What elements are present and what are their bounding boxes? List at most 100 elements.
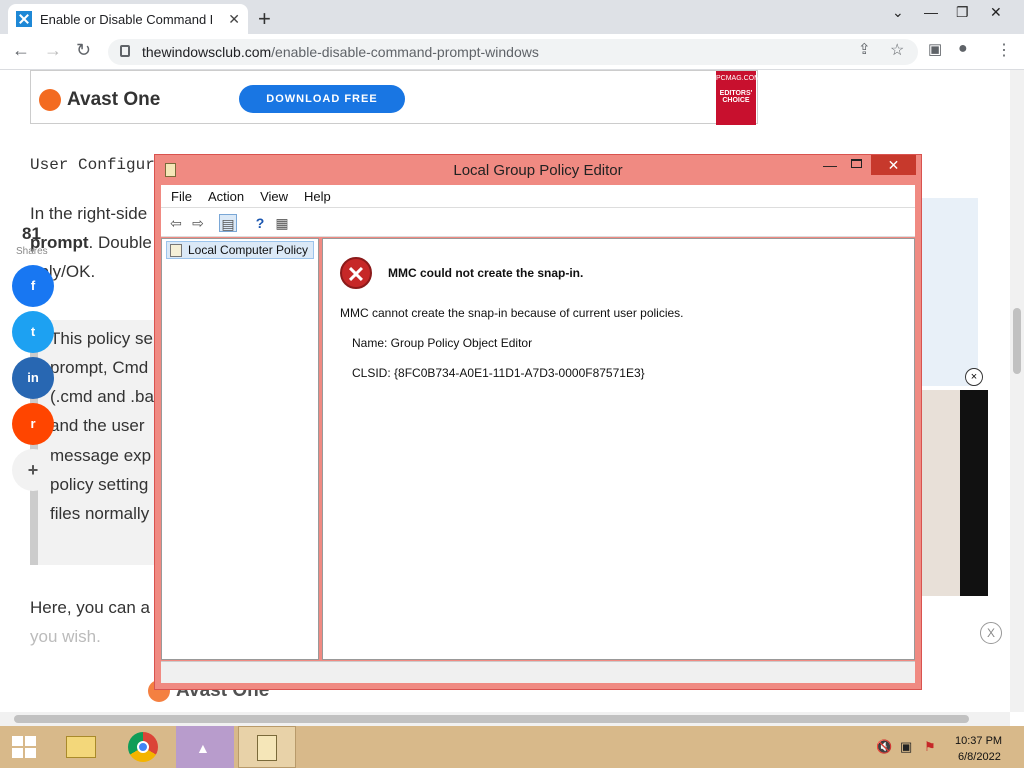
- scrollbar-thumb[interactable]: [1013, 308, 1021, 374]
- quote-line: policy setting: [50, 475, 149, 494]
- quote-block: [30, 320, 160, 565]
- tab-search-chevron-icon[interactable]: ⌄: [892, 4, 904, 21]
- vertical-scrollbar[interactable]: [1010, 70, 1024, 712]
- paragraph-line-2: . Double: [88, 233, 152, 252]
- paragraph-line-1: In the right-side: [30, 204, 148, 223]
- browser-menu-icon[interactable]: ⋮: [996, 40, 1012, 60]
- show-hide-console-tree-icon[interactable]: ▤: [219, 214, 237, 232]
- window-title: Local Group Policy Editor: [453, 162, 623, 179]
- reddit-share-button[interactable]: r: [12, 403, 54, 445]
- windows-taskbar: ▲ 🔇 ▣ ⚑: [0, 726, 1024, 768]
- video-frame: [922, 390, 960, 596]
- windows-logo-icon: [12, 736, 36, 758]
- error-icon: ✕: [340, 257, 372, 289]
- code-path-text: User Configur: [30, 156, 155, 174]
- site-favicon-icon: [16, 11, 32, 27]
- error-message: MMC cannot create the snap-in because of…: [340, 306, 684, 320]
- menu-action[interactable]: Action: [208, 189, 244, 204]
- snap-in-clsid: CLSID: {8FC0B734-A0E1-11D1-A7D3-0000F875…: [352, 366, 645, 380]
- help-icon[interactable]: ?: [251, 214, 269, 232]
- address-bar[interactable]: thewindowsclub.com/enable-disable-comman…: [108, 39, 918, 65]
- folder-icon: [66, 736, 96, 758]
- clock-time[interactable]: 10:37 PM: [955, 735, 1002, 747]
- window-close-button[interactable]: ✕: [990, 4, 1002, 21]
- window-restore-button[interactable]: ❐: [956, 4, 969, 21]
- close-ad-button[interactable]: X: [980, 622, 1002, 644]
- quote-line: and the user: [50, 416, 145, 435]
- menu-view[interactable]: View: [260, 189, 288, 204]
- maximize-button[interactable]: [851, 159, 862, 168]
- close-button[interactable]: ✕: [871, 155, 916, 175]
- linkedin-share-button[interactable]: in: [12, 357, 54, 399]
- start-button[interactable]: [0, 726, 58, 768]
- menu-help[interactable]: Help: [304, 189, 331, 204]
- forward-arrow-icon[interactable]: →: [44, 40, 62, 61]
- policy-document-icon: [170, 243, 182, 257]
- network-icon[interactable]: ▣: [900, 739, 912, 755]
- error-title: MMC could not create the snap-in.: [388, 266, 584, 280]
- back-arrow-icon[interactable]: ⇦: [167, 214, 185, 232]
- scrollbar-thumb[interactable]: [14, 715, 969, 723]
- tab-close-button[interactable]: ✕: [228, 11, 240, 28]
- browser-toolbar: ← → ↻ thewindowsclub.com/enable-disable-…: [0, 34, 1024, 70]
- facebook-share-button[interactable]: f: [12, 265, 54, 307]
- clock-date[interactable]: 6/8/2022: [958, 751, 1001, 763]
- url-domain: thewindowsclub.com: [142, 44, 272, 60]
- bookmark-star-icon[interactable]: ☆: [890, 40, 904, 60]
- paragraph-line-5: you wish.: [30, 627, 101, 646]
- floating-video-player[interactable]: [922, 390, 988, 596]
- show-hide-action-pane-icon[interactable]: ▦: [273, 214, 291, 232]
- tree-item-local-computer-policy[interactable]: Local Computer Policy: [166, 241, 314, 259]
- quote-line: (.cmd and .ba: [50, 387, 154, 406]
- status-bar: [161, 661, 915, 683]
- policy-app-icon: [257, 735, 277, 761]
- profile-avatar-icon[interactable]: ●: [958, 40, 968, 58]
- gpedit-taskbar-button[interactable]: [238, 726, 296, 768]
- chrome-icon: [128, 732, 158, 762]
- reload-icon[interactable]: ↻: [76, 40, 91, 61]
- chrome-taskbar-button[interactable]: [114, 726, 172, 768]
- browser-tab[interactable]: Enable or Disable Command Pro ✕: [8, 4, 248, 34]
- quote-line: message exp: [50, 446, 152, 465]
- twitter-share-button[interactable]: t: [12, 311, 54, 353]
- toolbar: ⇦ ⇨ ▤ ? ▦: [161, 207, 915, 237]
- menu-bar: File Action View Help: [161, 185, 915, 207]
- browser-tab-strip: Enable or Disable Command Pro ✕ + ⌄ — ❐ …: [0, 0, 1024, 34]
- action-center-alert-icon[interactable]: ⚑: [924, 739, 936, 755]
- quote-line: files normally: [50, 504, 150, 523]
- share-label: Shares: [16, 246, 48, 257]
- forward-arrow-icon[interactable]: ⇨: [189, 214, 207, 232]
- snap-in-name: Name: Group Policy Object Editor: [352, 336, 533, 350]
- quote-line: prompt, Cmd: [50, 358, 149, 377]
- side-panel-icon[interactable]: ▣: [928, 40, 942, 58]
- console-tree: Local Computer Policy: [161, 238, 319, 660]
- paragraph-line-4: Here, you can a: [30, 598, 151, 617]
- volume-muted-icon[interactable]: 🔇: [876, 739, 892, 755]
- advertisement-banner[interactable]: Avast One DOWNLOAD FREE PCMAG.COM EDITOR…: [30, 70, 760, 125]
- editors-choice-badge: PCMAG.COM EDITORS' CHOICE: [716, 71, 760, 125]
- window-minimize-button[interactable]: —: [924, 4, 938, 20]
- share-icon[interactable]: ⇪: [858, 40, 871, 58]
- file-explorer-taskbar-button[interactable]: [52, 726, 110, 768]
- minimize-button[interactable]: —: [823, 157, 837, 173]
- avast-logo: Avast One: [39, 89, 160, 111]
- system-tray: 🔇 ▣ ⚑: [872, 726, 1024, 768]
- app-taskbar-button[interactable]: ▲: [176, 726, 234, 768]
- menu-file[interactable]: File: [171, 189, 192, 204]
- quote-line: This policy se: [50, 329, 153, 348]
- more-share-button[interactable]: +: [12, 449, 54, 491]
- url-path: /enable-disable-command-prompt-windows: [271, 44, 539, 60]
- download-free-button[interactable]: DOWNLOAD FREE: [239, 85, 405, 113]
- group-policy-editor-window: Local Group Policy Editor — ✕ File Actio…: [154, 154, 922, 690]
- triangle-app-icon: ▲: [196, 740, 210, 756]
- side-advertisement[interactable]: [922, 198, 978, 386]
- close-video-button[interactable]: ×: [965, 368, 983, 386]
- horizontal-scrollbar[interactable]: [0, 712, 1010, 726]
- avast-logo-icon: [39, 89, 61, 111]
- new-tab-button[interactable]: +: [258, 6, 271, 32]
- window-titlebar[interactable]: Local Group Policy Editor — ✕: [155, 155, 921, 185]
- back-arrow-icon[interactable]: ←: [12, 40, 30, 61]
- share-count: 81: [22, 224, 41, 243]
- lock-icon: [120, 45, 130, 57]
- result-pane: ✕ MMC could not create the snap-in. MMC …: [322, 238, 915, 660]
